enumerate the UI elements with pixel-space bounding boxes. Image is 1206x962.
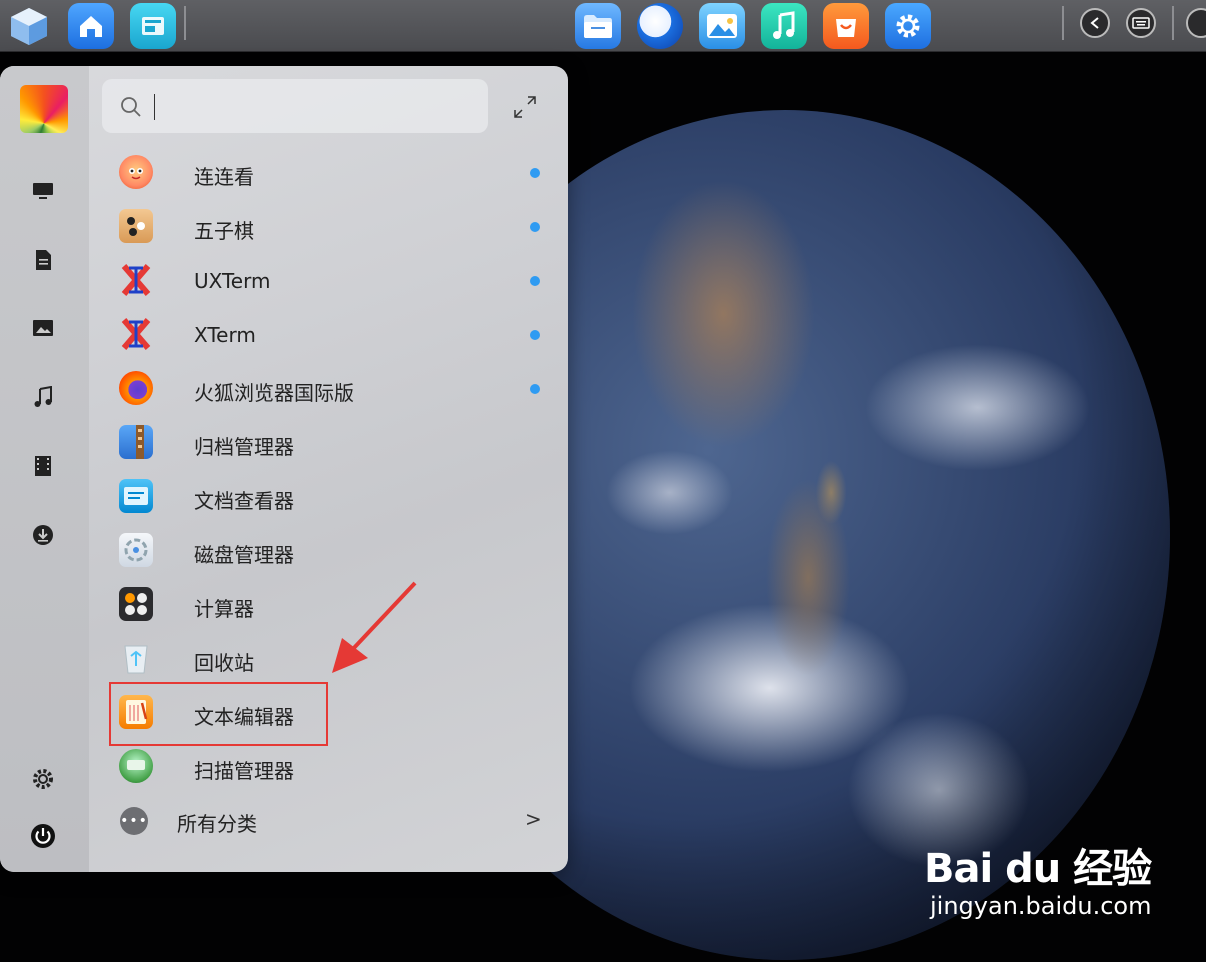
new-app-badge — [530, 222, 540, 232]
top-dock — [0, 0, 1206, 52]
desktop: 连连看 五子棋 UXTerm XTerm 火狐浏览器国际版 归档管理器 文档查看… — [0, 0, 1206, 962]
red-arrow-annotation — [332, 581, 417, 673]
xterm-icon — [119, 317, 153, 351]
user-avatar[interactable] — [20, 85, 68, 133]
collapse-left-icon[interactable] — [1080, 8, 1110, 38]
watermark-brand: Bai du 经验 — [924, 846, 1152, 892]
fullscreen-toggle-icon[interactable] — [512, 94, 538, 120]
watermark-url: jingyan.baidu.com — [930, 892, 1152, 920]
new-app-badge — [530, 330, 540, 340]
list-item[interactable]: 火狐浏览器国际版 — [100, 361, 560, 415]
list-item[interactable]: 扫描管理器 — [100, 739, 560, 793]
desktop-icon[interactable] — [30, 178, 56, 204]
gomoku-icon — [119, 209, 153, 243]
music-player-icon[interactable] — [761, 3, 807, 49]
music-icon[interactable] — [30, 384, 56, 410]
app-label: 连连看 — [194, 165, 254, 189]
list-item[interactable]: 连连看 — [100, 145, 560, 199]
app-label: 火狐浏览器国际版 — [194, 381, 354, 405]
all-categories-row[interactable]: ••• 所有分类 > — [100, 794, 560, 848]
app-label: 扫描管理器 — [194, 759, 294, 783]
new-app-badge — [530, 276, 540, 286]
archive-manager-icon — [119, 425, 153, 459]
start-menu: 连连看 五子棋 UXTerm XTerm 火狐浏览器国际版 归档管理器 文档查看… — [0, 66, 568, 872]
more-dots-icon: ••• — [120, 807, 148, 835]
new-app-badge — [530, 384, 540, 394]
xterm-icon — [119, 263, 153, 297]
settings-icon[interactable] — [30, 766, 56, 792]
app-label: 计算器 — [194, 597, 254, 621]
category-sidebar — [0, 66, 89, 872]
app-label: 磁盘管理器 — [194, 543, 294, 567]
search-input[interactable] — [154, 94, 155, 120]
document-viewer-icon — [119, 479, 153, 513]
download-icon[interactable] — [30, 522, 56, 548]
power-status-icon[interactable] — [1186, 8, 1206, 38]
chevron-right-icon: > — [525, 807, 542, 831]
list-item[interactable]: 磁盘管理器 — [100, 523, 560, 577]
launcher-cube-icon[interactable] — [6, 3, 52, 49]
app-label: 回收站 — [194, 651, 254, 675]
highlight-box — [109, 682, 328, 746]
new-app-badge — [530, 168, 540, 178]
picture-icon[interactable] — [30, 315, 56, 341]
image-viewer-icon[interactable] — [699, 3, 745, 49]
trash-icon — [119, 641, 153, 675]
list-item[interactable]: XTerm — [100, 307, 560, 361]
browser-icon[interactable] — [637, 3, 683, 49]
file-manager-icon[interactable] — [575, 3, 621, 49]
app-store-icon[interactable] — [823, 3, 869, 49]
baidu-watermark: Bai du 经验 jingyan.baidu.com — [924, 836, 1152, 920]
search-icon — [120, 96, 142, 122]
list-item[interactable]: UXTerm — [100, 253, 560, 307]
app-label: 文档查看器 — [194, 489, 294, 513]
app-label: 归档管理器 — [194, 435, 294, 459]
document-icon[interactable] — [30, 247, 56, 273]
list-item[interactable]: 文档查看器 — [100, 469, 560, 523]
video-icon[interactable] — [30, 453, 56, 479]
app-label: XTerm — [194, 323, 256, 347]
calculator-icon — [119, 587, 153, 621]
lianliankan-icon — [119, 155, 153, 189]
keyboard-icon[interactable] — [1126, 8, 1156, 38]
scanner-icon — [119, 749, 153, 783]
list-item[interactable]: 归档管理器 — [100, 415, 560, 469]
power-icon[interactable] — [30, 823, 56, 849]
search-box[interactable] — [102, 79, 488, 133]
multitask-view-icon[interactable] — [130, 3, 176, 49]
app-label: 五子棋 — [194, 219, 254, 243]
list-item[interactable]: 五子棋 — [100, 199, 560, 253]
all-categories-label: 所有分类 — [177, 812, 257, 836]
settings-gear-icon[interactable] — [885, 3, 931, 49]
home-icon[interactable] — [68, 3, 114, 49]
app-label: UXTerm — [194, 269, 271, 293]
firefox-icon — [119, 371, 153, 405]
disk-manager-icon — [119, 533, 153, 567]
